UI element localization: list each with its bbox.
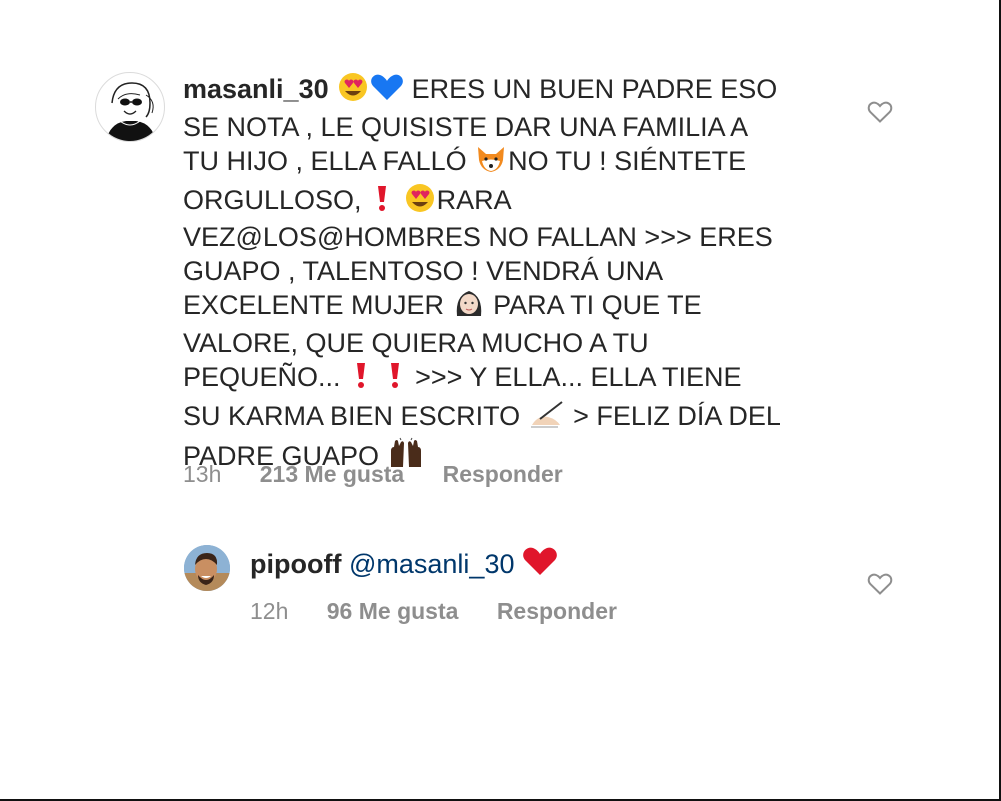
like-comment-button[interactable] (867, 100, 893, 124)
red-exclamation-emoji (369, 183, 395, 222)
heart-outline-icon (867, 101, 893, 123)
reply-likes-link[interactable]: 96 Me gusta (327, 598, 459, 625)
writing-hand-emoji (528, 399, 566, 438)
avatar-pipooff-photo (184, 545, 230, 591)
blue-heart-emoji (370, 72, 404, 111)
red-exclamation-emoji (348, 360, 374, 399)
comment-reply-button[interactable]: Responder (443, 461, 563, 488)
comment-masanli-meta: 13h 213 Me gusta Responder (183, 461, 563, 488)
comment-time: 13h (183, 461, 222, 487)
woman-emoji (452, 288, 486, 327)
reply-pipooff-text: pipooff @masanli_30 (250, 545, 558, 586)
comment-likes-link[interactable]: 213 Me gusta (260, 461, 404, 488)
reply-username[interactable]: pipooff (250, 549, 341, 579)
red-heart-emoji (522, 545, 558, 586)
avatar-pipooff[interactable] (184, 545, 230, 591)
heart-outline-icon (867, 573, 893, 595)
comment-masanli-text: masanli_30 ERES UN BUEN PADRE ESO SE NOT… (183, 72, 833, 478)
reply-time: 12h (250, 598, 289, 624)
reply-pipooff-meta: 12h 96 Me gusta Responder (250, 598, 617, 625)
heart-eyes-emoji (403, 183, 437, 222)
red-exclamation-emoji (382, 360, 408, 399)
avatar-masanli-illustration (106, 82, 156, 141)
avatar-masanli[interactable] (95, 72, 165, 142)
heart-eyes-emoji (336, 72, 370, 111)
reply-reply-button[interactable]: Responder (497, 598, 617, 625)
like-reply-button[interactable] (867, 572, 893, 596)
reply-mention-link[interactable]: @masanli_30 (349, 549, 515, 579)
comment-username[interactable]: masanli_30 (183, 74, 329, 104)
fox-emoji (474, 144, 508, 183)
